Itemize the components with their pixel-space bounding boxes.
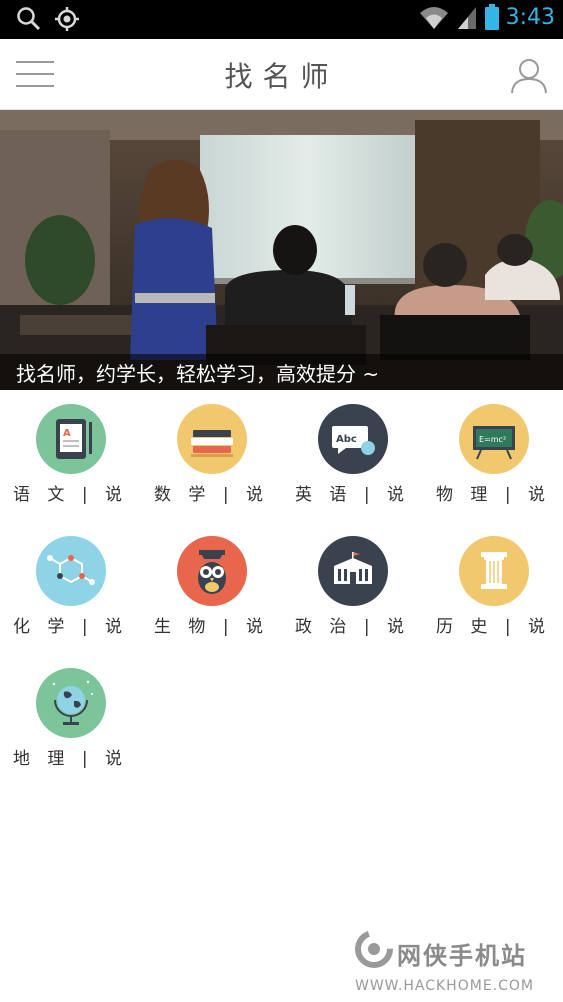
subject-label: 地 理 | 说 — [13, 749, 128, 769]
svg-text:Abc: Abc — [336, 434, 357, 445]
subject-physics[interactable]: E=mc² 物 理 | 说 — [423, 398, 563, 518]
wifi-icon — [419, 7, 448, 29]
subject-label: 数 学 | 说 — [154, 485, 269, 505]
subject-chinese[interactable]: A 语 文 | 说 — [0, 398, 141, 518]
government-building-icon — [317, 536, 388, 606]
subject-label: 生 物 | 说 — [154, 617, 269, 637]
subject-politics[interactable]: 政 治 | 说 — [282, 530, 423, 650]
watermark-name: 网侠手机站 — [397, 942, 527, 970]
svg-text:E=mc²: E=mc² — [479, 435, 506, 444]
watermark-url: WWW.HACKHOME.COM — [355, 978, 534, 994]
banner-caption-bar: 找名师，约学长，轻松学习，高效提分 ~ — [0, 354, 563, 390]
blackboard-emc2-icon: E=mc² — [458, 404, 529, 474]
column-pillar-icon — [458, 536, 529, 606]
subject-label: 英 语 | 说 — [295, 485, 410, 505]
search-icon — [17, 7, 41, 31]
status-bar: 3:43 — [0, 0, 563, 39]
battery-icon — [484, 4, 499, 30]
books-stack-icon — [176, 404, 247, 474]
banner-carousel[interactable]: 找名师，约学长，轻松学习，高效提分 ~ — [0, 110, 563, 390]
hackhome-logo-icon — [355, 930, 393, 968]
subject-label: 化 学 | 说 — [13, 617, 128, 637]
owl-icon — [176, 536, 247, 606]
app-header: 找名师 — [0, 39, 563, 110]
subject-label: 历 史 | 说 — [436, 617, 551, 637]
page-title: 找名师 — [224, 60, 339, 93]
subject-english[interactable]: Abc 英 语 | 说 — [282, 398, 423, 518]
tablet-book-icon: A — [35, 404, 106, 474]
watermark: 网侠手机站 WWW.HACKHOME.COM — [353, 928, 553, 998]
banner-caption: 找名师，约学长，轻松学习，高效提分 ~ — [16, 362, 380, 386]
classroom-photo — [0, 110, 563, 390]
subject-chemistry[interactable]: 化 学 | 说 — [0, 530, 141, 650]
svg-text:A: A — [63, 428, 71, 439]
globe-icon — [35, 668, 106, 738]
signal-icon — [457, 7, 476, 29]
subject-label: 语 文 | 说 — [13, 485, 128, 505]
user-profile-icon[interactable] — [509, 55, 549, 95]
subject-geography[interactable]: 地 理 | 说 — [0, 662, 141, 782]
location-target-icon — [55, 7, 79, 31]
subject-label: 政 治 | 说 — [295, 617, 410, 637]
subject-history[interactable]: 历 史 | 说 — [423, 530, 563, 650]
subject-math[interactable]: 数 学 | 说 — [141, 398, 282, 518]
clock: 3:43 — [505, 4, 555, 30]
subject-biology[interactable]: 生 物 | 说 — [141, 530, 282, 650]
abc-speech-bubble-icon: Abc — [317, 404, 388, 474]
molecule-icon — [35, 536, 106, 606]
subject-label: 物 理 | 说 — [436, 485, 551, 505]
